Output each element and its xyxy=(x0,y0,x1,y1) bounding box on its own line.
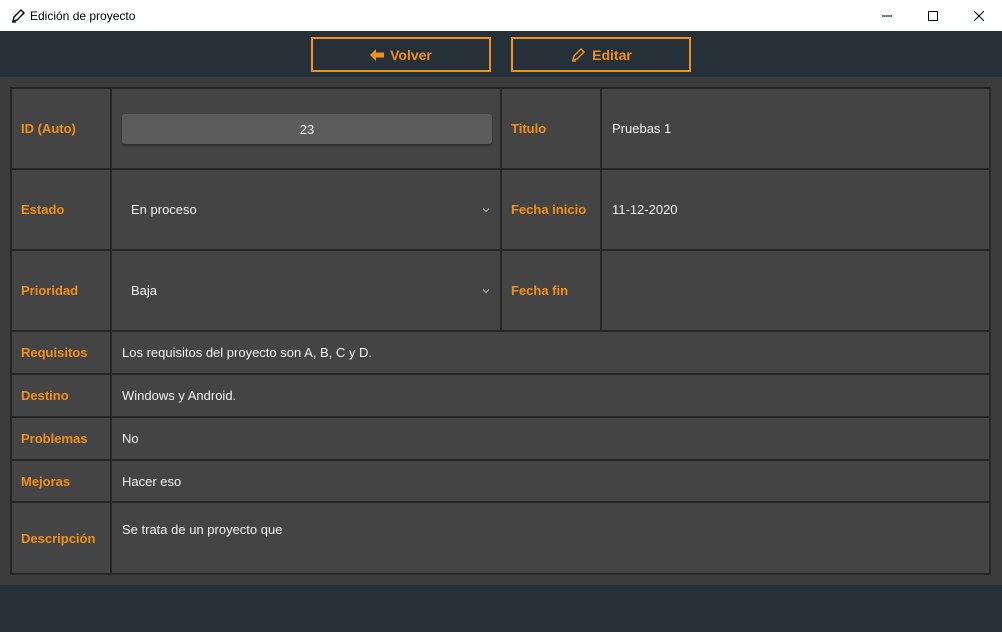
description-label: Descripción xyxy=(12,503,110,573)
grid-line xyxy=(600,89,602,330)
problems-field[interactable]: No xyxy=(112,418,989,459)
minimize-icon xyxy=(882,15,892,16)
start-date-label: Fecha inicio xyxy=(502,170,600,249)
window-title: Edición de proyecto xyxy=(30,8,136,23)
improvements-field[interactable]: Hacer eso xyxy=(112,461,989,501)
description-field[interactable]: Se trata de un proyecto que xyxy=(112,503,989,573)
start-date-field[interactable]: 11-12-2020 xyxy=(602,170,989,249)
id-field: 23 xyxy=(122,114,492,144)
edit-button-label: Editar xyxy=(592,46,632,63)
chevron-down-icon xyxy=(482,288,490,293)
pen-icon xyxy=(10,8,26,24)
target-label: Destino xyxy=(12,375,110,416)
priority-selected-value: Baja xyxy=(131,283,158,298)
title-field[interactable]: Pruebas 1 xyxy=(602,89,989,168)
title-label: Titulo xyxy=(502,89,600,168)
minimize-button[interactable] xyxy=(864,0,910,31)
back-button[interactable]: Volver xyxy=(311,37,491,72)
toolbar: Volver Editar xyxy=(0,31,1002,77)
grid-line xyxy=(12,501,989,503)
close-icon xyxy=(974,10,984,21)
close-button[interactable] xyxy=(956,0,1002,31)
requirements-label: Requisitos xyxy=(12,332,110,373)
edit-button[interactable]: Editar xyxy=(511,37,691,72)
priority-select[interactable]: Baja xyxy=(112,251,500,330)
requirements-field[interactable]: Los requisitos del proyecto son A, B, C … xyxy=(112,332,989,373)
grid-line xyxy=(12,330,989,332)
window-titlebar: Edición de proyecto xyxy=(0,0,1002,31)
grid-line xyxy=(12,416,989,418)
status-select[interactable]: En proceso xyxy=(112,170,500,249)
form-panel: ID (Auto) 23 Titulo Pruebas 1 Estado En … xyxy=(0,77,1002,585)
maximize-icon xyxy=(928,10,938,21)
target-field[interactable]: Windows y Android. xyxy=(112,375,989,416)
grid-line xyxy=(12,373,989,375)
grid-line xyxy=(12,459,989,461)
end-date-label: Fecha fin xyxy=(502,251,600,330)
maximize-button[interactable] xyxy=(910,0,956,31)
pen-icon xyxy=(572,47,586,62)
window-controls xyxy=(864,0,1002,31)
arrow-left-icon xyxy=(370,48,385,61)
project-form: ID (Auto) 23 Titulo Pruebas 1 Estado En … xyxy=(10,87,991,575)
back-button-label: Volver xyxy=(390,46,432,63)
grid-line xyxy=(500,89,502,330)
improvements-label: Mejoras xyxy=(12,461,110,501)
problems-label: Problemas xyxy=(12,418,110,459)
end-date-field[interactable] xyxy=(602,251,989,330)
status-selected-value: En proceso xyxy=(131,202,197,217)
id-label: ID (Auto) xyxy=(12,89,110,168)
status-bar xyxy=(0,585,1002,632)
priority-label: Prioridad xyxy=(12,251,110,330)
status-label: Estado xyxy=(12,170,110,249)
chevron-down-icon xyxy=(482,207,490,212)
grid-line xyxy=(110,89,112,573)
